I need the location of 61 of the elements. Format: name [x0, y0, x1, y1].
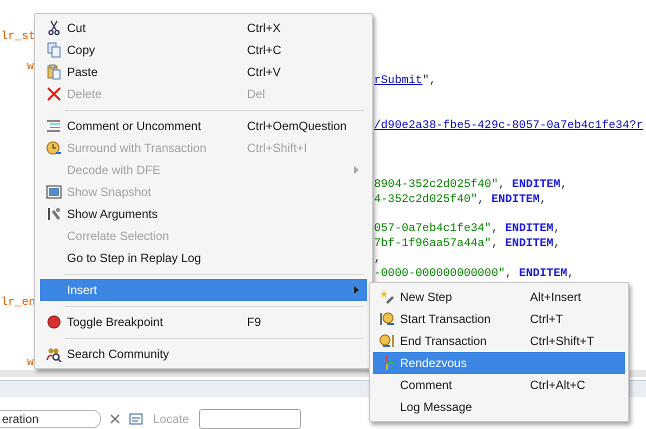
code-function: lr_st	[1, 30, 36, 43]
menu-item[interactable]: Rendezvous	[373, 352, 625, 374]
tools-icon	[46, 206, 62, 222]
code-keyword: ENDITEM	[512, 178, 560, 191]
code-function: w	[27, 356, 34, 369]
menu-item[interactable]: Start Transaction Ctrl+T	[373, 308, 625, 330]
window-icon	[46, 184, 62, 200]
code-link[interactable]: /d90e2a38-fbe5-429c-8057-0a7eb4c1fe34?r	[374, 118, 644, 132]
menu-item[interactable]: New Step Alt+Insert	[373, 286, 625, 308]
end-transaction-icon	[378, 333, 394, 349]
code-keyword: ENDITEM	[505, 237, 554, 250]
code-punctuation: ,	[491, 222, 500, 236]
people-search-icon	[46, 346, 62, 362]
menu-item[interactable]: Comment Ctrl+Alt+C	[373, 374, 625, 396]
panel-icon[interactable]	[129, 413, 143, 425]
menu-item[interactable]: Comment or Uncomment Ctrl+OemQuestion	[40, 115, 367, 137]
code-string: -0000-000000000000"	[374, 266, 506, 280]
code-string: 8904-352c2d025f40"	[374, 178, 498, 191]
menu-item[interactable]: Show Arguments	[40, 203, 367, 225]
search-field[interactable]	[199, 409, 302, 429]
menu-item[interactable]: Cut Ctrl+X	[40, 17, 367, 39]
menu-item[interactable]: Log Message	[373, 396, 625, 418]
menu-item[interactable]: Copy Ctrl+C	[40, 39, 367, 61]
code-punctuation: ",	[422, 74, 436, 88]
code-punctuation: ,	[540, 192, 547, 206]
menu-item[interactable]: Toggle Breakpoint F9	[40, 311, 367, 333]
dropdown[interactable]: eration	[0, 410, 101, 428]
code-punctuation: ,	[478, 192, 486, 206]
code-keyword: ENDITEM	[491, 192, 540, 206]
code-punctuation: ,	[560, 178, 568, 191]
star-wand-icon	[378, 289, 394, 305]
comment-lines-icon	[46, 118, 62, 134]
code-punctuation: ,	[498, 178, 506, 191]
code-string: 4-352c2d025f40"	[374, 192, 478, 206]
menu-item[interactable]: Paste Ctrl+V	[40, 61, 367, 83]
start-transaction-icon	[378, 311, 394, 327]
code-function: lr_en	[1, 296, 36, 310]
code-link[interactable]: rSubmit	[374, 74, 422, 88]
code-punctuation: ,	[505, 266, 514, 280]
scissors-icon	[46, 20, 62, 36]
menu-item[interactable]: Go to Step in Replay Log	[40, 247, 367, 269]
paste-icon	[46, 64, 62, 80]
code-keyword: ENDITEM	[505, 222, 554, 236]
menu-item[interactable]: Insert	[40, 279, 367, 301]
copy-icon	[46, 42, 62, 58]
delete-icon	[46, 86, 62, 102]
breakpoint-icon	[46, 314, 62, 330]
code-string: 057-0a7eb4c1fe34"	[374, 222, 492, 236]
code-keyword: ENDITEM	[518, 266, 568, 280]
clock-icon	[46, 140, 62, 156]
code-punctuation: ,	[374, 252, 381, 265]
close-icon[interactable]	[109, 413, 121, 425]
code-punctuation: ,	[567, 266, 574, 280]
code-punctuation: ,	[553, 237, 560, 250]
code-punctuation: ,	[553, 222, 560, 236]
code-function: w	[27, 60, 34, 73]
code-string: 7bf-1f96aa57a44a"	[374, 237, 492, 250]
menu-item[interactable]: Search Community	[40, 343, 367, 365]
code-punctuation: ,	[491, 237, 500, 250]
converging-arrows-icon	[378, 355, 394, 371]
menu-item[interactable]: End Transaction Ctrl+Shift+T	[373, 330, 625, 352]
